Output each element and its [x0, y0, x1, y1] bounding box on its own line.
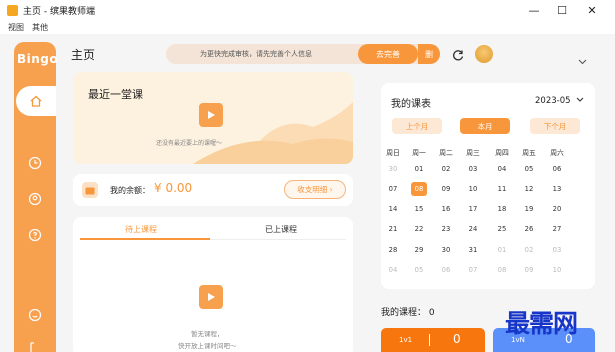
month-value: 2023-05	[535, 96, 571, 106]
weekday-label: 周日	[386, 149, 400, 157]
one-on-one-label: 1v1	[399, 336, 413, 344]
calendar-day[interactable]: 29	[406, 243, 432, 257]
close-button[interactable]: ✕	[578, 0, 606, 20]
separator	[429, 334, 430, 346]
empty-video-icon	[199, 285, 223, 309]
calendar-day[interactable]: 03	[460, 162, 486, 176]
my-course-text: 我的课程：	[381, 308, 427, 318]
weekday-label: 周三	[466, 149, 480, 157]
calendar-day[interactable]: 09	[516, 263, 542, 277]
menu-view[interactable]: 视图	[8, 22, 24, 33]
home-icon	[29, 94, 43, 108]
calendar-day[interactable]: 26	[516, 222, 542, 236]
calendar-day[interactable]: 01	[406, 162, 432, 176]
calendar-day[interactable]: 04	[489, 162, 515, 176]
notice-close-button[interactable]: 删	[418, 44, 440, 64]
calendar-day[interactable]: 25	[489, 222, 515, 236]
tab-active-indicator	[80, 238, 210, 240]
calendar-day[interactable]: 13	[544, 182, 570, 196]
calendar-day[interactable]: 24	[460, 222, 486, 236]
calendar-day[interactable]: 30	[380, 162, 406, 176]
calendar-day[interactable]: 07	[460, 263, 486, 277]
calendar-day[interactable]: 05	[406, 263, 432, 277]
calendar-day[interactable]: 08	[489, 263, 515, 277]
weekday-label: 周一	[412, 149, 426, 157]
user-icon[interactable]	[28, 192, 42, 206]
recent-empty-text: 还没有最近要上的课喔～	[156, 140, 223, 147]
my-course-label: 我的课程： 0	[381, 305, 435, 318]
calendar-day[interactable]: 06	[433, 263, 459, 277]
tab-pending[interactable]: 待上课程	[125, 224, 157, 235]
service-icon[interactable]	[28, 308, 42, 322]
sidebar-item-home[interactable]	[16, 86, 56, 116]
logout-icon[interactable]	[28, 340, 42, 352]
watermark: 最需网	[505, 309, 578, 338]
minimize-button[interactable]: —	[520, 0, 548, 20]
calendar-day[interactable]: 09	[433, 182, 459, 196]
calendar-day[interactable]: 10	[544, 263, 570, 277]
calendar-day[interactable]: 04	[380, 263, 406, 277]
logo: Bingo	[17, 52, 59, 66]
calendar-day[interactable]: 01	[489, 243, 515, 257]
bill-detail-button[interactable]: 收支明细 ›	[284, 180, 346, 199]
window-title: 主页 - 缤果教师端	[23, 6, 95, 17]
balance-value: ¥ 0.00	[154, 181, 193, 195]
calendar-day[interactable]: 27	[544, 222, 570, 236]
calendar-day[interactable]: 22	[406, 222, 432, 236]
calendar-day[interactable]: 20	[544, 202, 570, 216]
calendar-day[interactable]: 02	[433, 162, 459, 176]
my-course-count: 0	[428, 308, 435, 318]
month-select[interactable]: 2023-05	[535, 96, 584, 106]
tab-done[interactable]: 已上课程	[265, 224, 297, 235]
recent-lesson-title: 最近一堂课	[88, 88, 143, 101]
calendar-day[interactable]: 18	[489, 202, 515, 216]
calendar-day[interactable]: 14	[380, 202, 406, 216]
balance-label: 我的余额：	[110, 186, 150, 195]
wallet-icon	[82, 182, 98, 198]
calendar-day[interactable]: 07	[380, 182, 406, 196]
calendar-day[interactable]: 30	[433, 243, 459, 257]
avatar[interactable]	[475, 45, 493, 63]
chevron-down-icon[interactable]	[578, 50, 587, 69]
app-icon	[7, 4, 18, 16]
calendar-day[interactable]: 16	[433, 202, 459, 216]
calendar-day[interactable]: 02	[516, 243, 542, 257]
weekday-label: 周六	[550, 149, 564, 157]
calendar-day[interactable]: 10	[460, 182, 486, 196]
weekday-label: 周五	[522, 149, 536, 157]
calendar-day[interactable]: 21	[380, 222, 406, 236]
video-icon	[199, 103, 223, 127]
calendar-day[interactable]: 28	[380, 243, 406, 257]
calendar-day[interactable]: 03	[544, 243, 570, 257]
help-icon[interactable]	[28, 228, 42, 242]
calendar-day[interactable]: 19	[516, 202, 542, 216]
calendar-day[interactable]: 15	[406, 202, 432, 216]
calendar-day[interactable]: 12	[516, 182, 542, 196]
one-on-one-count: 0	[453, 332, 461, 346]
empty-text-1: 暂无课程，	[191, 330, 224, 338]
calendar-day[interactable]: 17	[460, 202, 486, 216]
complete-info-button[interactable]: 去完善	[358, 44, 418, 64]
chevron-down-icon	[576, 97, 584, 102]
calendar-day[interactable]: 08	[411, 182, 427, 196]
empty-text-2: 快开放上课时间吧～	[178, 342, 237, 350]
calendar-day[interactable]: 11	[489, 182, 515, 196]
weekday-label: 周二	[439, 149, 453, 157]
next-month-button[interactable]: 下个月	[530, 118, 580, 134]
menu-other[interactable]: 其他	[32, 22, 48, 33]
page-title: 主页	[71, 48, 96, 62]
prev-month-button[interactable]: 上个月	[392, 118, 442, 134]
calendar-day[interactable]: 23	[433, 222, 459, 236]
weekday-label: 周四	[495, 149, 509, 157]
calendar-day[interactable]: 06	[544, 162, 570, 176]
calendar-day[interactable]: 05	[516, 162, 542, 176]
menu-bar: 视图 其他	[0, 20, 615, 34]
refresh-icon[interactable]	[451, 47, 465, 66]
schedule-title: 我的课表	[391, 99, 431, 110]
current-month-button[interactable]: 本月	[460, 118, 510, 134]
maximize-button[interactable]: ☐	[548, 0, 576, 20]
clock-icon[interactable]	[28, 156, 42, 170]
one-on-one-button[interactable]: 1v1 0	[381, 328, 485, 352]
calendar-day[interactable]: 31	[460, 243, 486, 257]
